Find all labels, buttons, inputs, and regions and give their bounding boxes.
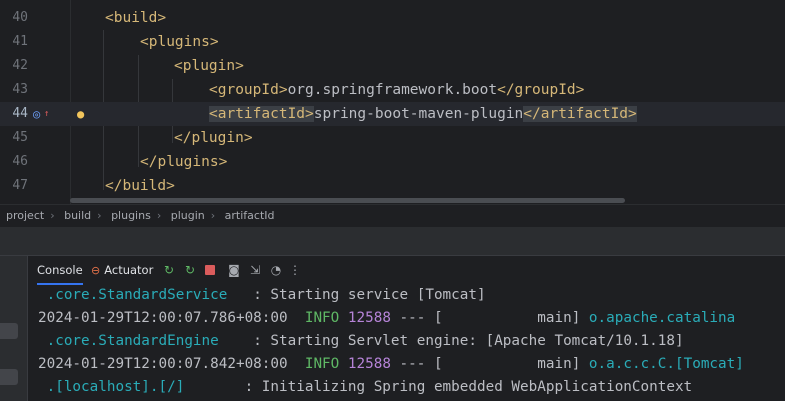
line-number: 41 — [12, 34, 28, 49]
tree-node-stub[interactable] — [0, 369, 18, 385]
code-text: <groupId>org.springframework.boot</group… — [209, 78, 584, 102]
breadcrumb-item[interactable]: artifactId — [225, 209, 275, 222]
code-text: </plugin> — [174, 126, 253, 150]
xml-open-tag: <plugins> — [140, 34, 219, 50]
console-line: .[localhost].[/] : Initializing Spring e… — [38, 376, 693, 399]
code-line[interactable]: 44 ◎ ↑ ● <artifactId>spring-boot-maven-plugi… — [0, 102, 785, 126]
xml-open-tag: <build> — [105, 10, 167, 26]
console-line: .core.StandardService : Starting service… — [38, 284, 486, 307]
log-thread: --- [ main] — [390, 310, 589, 326]
xml-open-tag: </plugin> — [174, 130, 253, 146]
line-number: 43 — [12, 82, 28, 97]
log-thread: --- [ main] — [390, 356, 589, 372]
log-message: : Starting service [Tomcat] — [227, 287, 486, 303]
line-number: 44 — [12, 106, 28, 121]
xml-text: spring-boot-maven-plugin — [313, 106, 524, 122]
screenshot-icon[interactable]: ◙ — [227, 263, 241, 277]
redeploy-icon[interactable]: ◔ — [269, 263, 283, 277]
tab-actuator[interactable]: ⊖ Actuator — [91, 256, 153, 285]
code-line[interactable]: 40 <build> — [0, 6, 785, 30]
log-message: : Starting Servlet engine: [Apache Tomca… — [218, 333, 684, 349]
code-text: <build> — [105, 6, 166, 30]
xml-open-tag: <groupId> — [209, 82, 288, 98]
xml-text: org.springframework.boot — [287, 82, 498, 98]
console-line: 2024-01-29T12:00:07.786+08:00 INFO 12588… — [38, 307, 735, 330]
tab-console-label: Console — [37, 263, 83, 277]
log-logger: .[localhost].[/] — [38, 379, 185, 395]
stop-icon[interactable] — [203, 263, 217, 277]
log-logger: o.apache.catalina — [588, 310, 736, 326]
breadcrumb-item[interactable]: build — [64, 209, 91, 222]
code-line[interactable]: 42 <plugin> — [0, 54, 785, 78]
breadcrumb-item[interactable]: plugins — [111, 209, 151, 222]
refresh-endpoint-icon[interactable]: ↻ — [183, 263, 197, 277]
line-number: 42 — [12, 58, 28, 73]
code-line[interactable]: 41 <plugins> — [0, 30, 785, 54]
line-number: 45 — [12, 130, 28, 145]
lightbulb-icon[interactable]: ● — [77, 102, 84, 126]
breadcrumb-separator: › — [97, 209, 102, 222]
code-text: </build> — [105, 174, 175, 198]
navigate-up-icon[interactable]: ↑ — [44, 102, 49, 126]
log-logger: .core.StandardEngine — [38, 333, 219, 349]
import-icon[interactable]: ⇲ — [248, 263, 262, 277]
tool-window-left-strip — [0, 256, 28, 401]
breadcrumb: project › build › plugins › plugin › artifac… — [0, 204, 785, 227]
breadcrumb-item[interactable]: plugin — [171, 209, 205, 222]
code-text: <plugins> — [140, 30, 219, 54]
line-number: 46 — [12, 154, 28, 169]
horizontal-scrollbar[interactable] — [70, 198, 625, 203]
services-tool-window: Console ⊖ Actuator ↻ ↻ ◙ ⇲ ◔ ⋮ .core.Stan… — [0, 255, 785, 401]
xml-open-tag: <artifactId> — [209, 106, 314, 122]
log-logger: .core.StandardService — [38, 287, 228, 303]
code-text: <plugin> — [174, 54, 244, 78]
log-pid: 12588 — [347, 310, 391, 326]
log-level: INFO — [304, 356, 348, 372]
log-timestamp: 2024-01-29T12:00:07.842+08:00 — [38, 356, 305, 372]
tool-window-tabs: Console ⊖ Actuator ↻ ↻ ◙ ⇲ ◔ ⋮ — [27, 256, 785, 285]
breadcrumb-separator: › — [50, 209, 55, 222]
breadcrumb-separator: › — [210, 209, 216, 222]
more-icon[interactable]: ⋮ — [288, 263, 302, 277]
log-level: INFO — [304, 310, 348, 326]
console-line: 2024-01-29T12:00:07.842+08:00 INFO 12588… — [38, 353, 744, 376]
code-editor[interactable]: 40 <build> 41 <plugins> 42 <plugin> 43 <groupId… — [0, 0, 785, 204]
xml-close-tag: </groupId> — [497, 82, 585, 98]
refresh-icon[interactable]: ↻ — [162, 263, 176, 277]
log-message: : Initializing Spring embedded WebApplic… — [184, 379, 693, 395]
breadcrumb-separator: › — [156, 209, 162, 222]
log-timestamp: 2024-01-29T12:00:07.786+08:00 — [38, 310, 305, 326]
line-number: 40 — [12, 10, 28, 25]
line-number: 47 — [12, 178, 28, 193]
tab-actuator-label: Actuator — [104, 263, 154, 277]
xml-open-tag: </build> — [105, 178, 175, 194]
code-line[interactable]: 45 </plugin> — [0, 126, 785, 150]
code-text: </plugins> — [140, 150, 227, 174]
xml-close-tag: </artifactId> — [523, 106, 637, 122]
log-logger: o.a.c.c.C.[Tomcat] — [588, 356, 744, 372]
xml-open-tag: </plugins> — [140, 154, 228, 170]
console-line: .core.StandardEngine : Starting Servlet … — [38, 330, 684, 353]
tree-node-stub[interactable] — [0, 323, 18, 339]
code-text: <artifactId>spring-boot-maven-plugin</ar… — [209, 102, 637, 126]
target-arrow-icon[interactable]: ◎ — [33, 102, 40, 126]
code-line[interactable]: 46 </plugins> — [0, 150, 785, 174]
tab-console[interactable]: Console — [37, 256, 83, 285]
log-pid: 12588 — [347, 356, 391, 372]
breadcrumb-item[interactable]: project — [6, 209, 44, 222]
xml-open-tag: <plugin> — [174, 58, 244, 74]
code-line[interactable]: 43 <groupId>org.springframework.boot</gro… — [0, 78, 785, 102]
actuator-icon: ⊖ — [91, 264, 101, 277]
code-line[interactable]: 47 </build> — [0, 174, 785, 198]
panel-divider[interactable] — [0, 226, 785, 256]
